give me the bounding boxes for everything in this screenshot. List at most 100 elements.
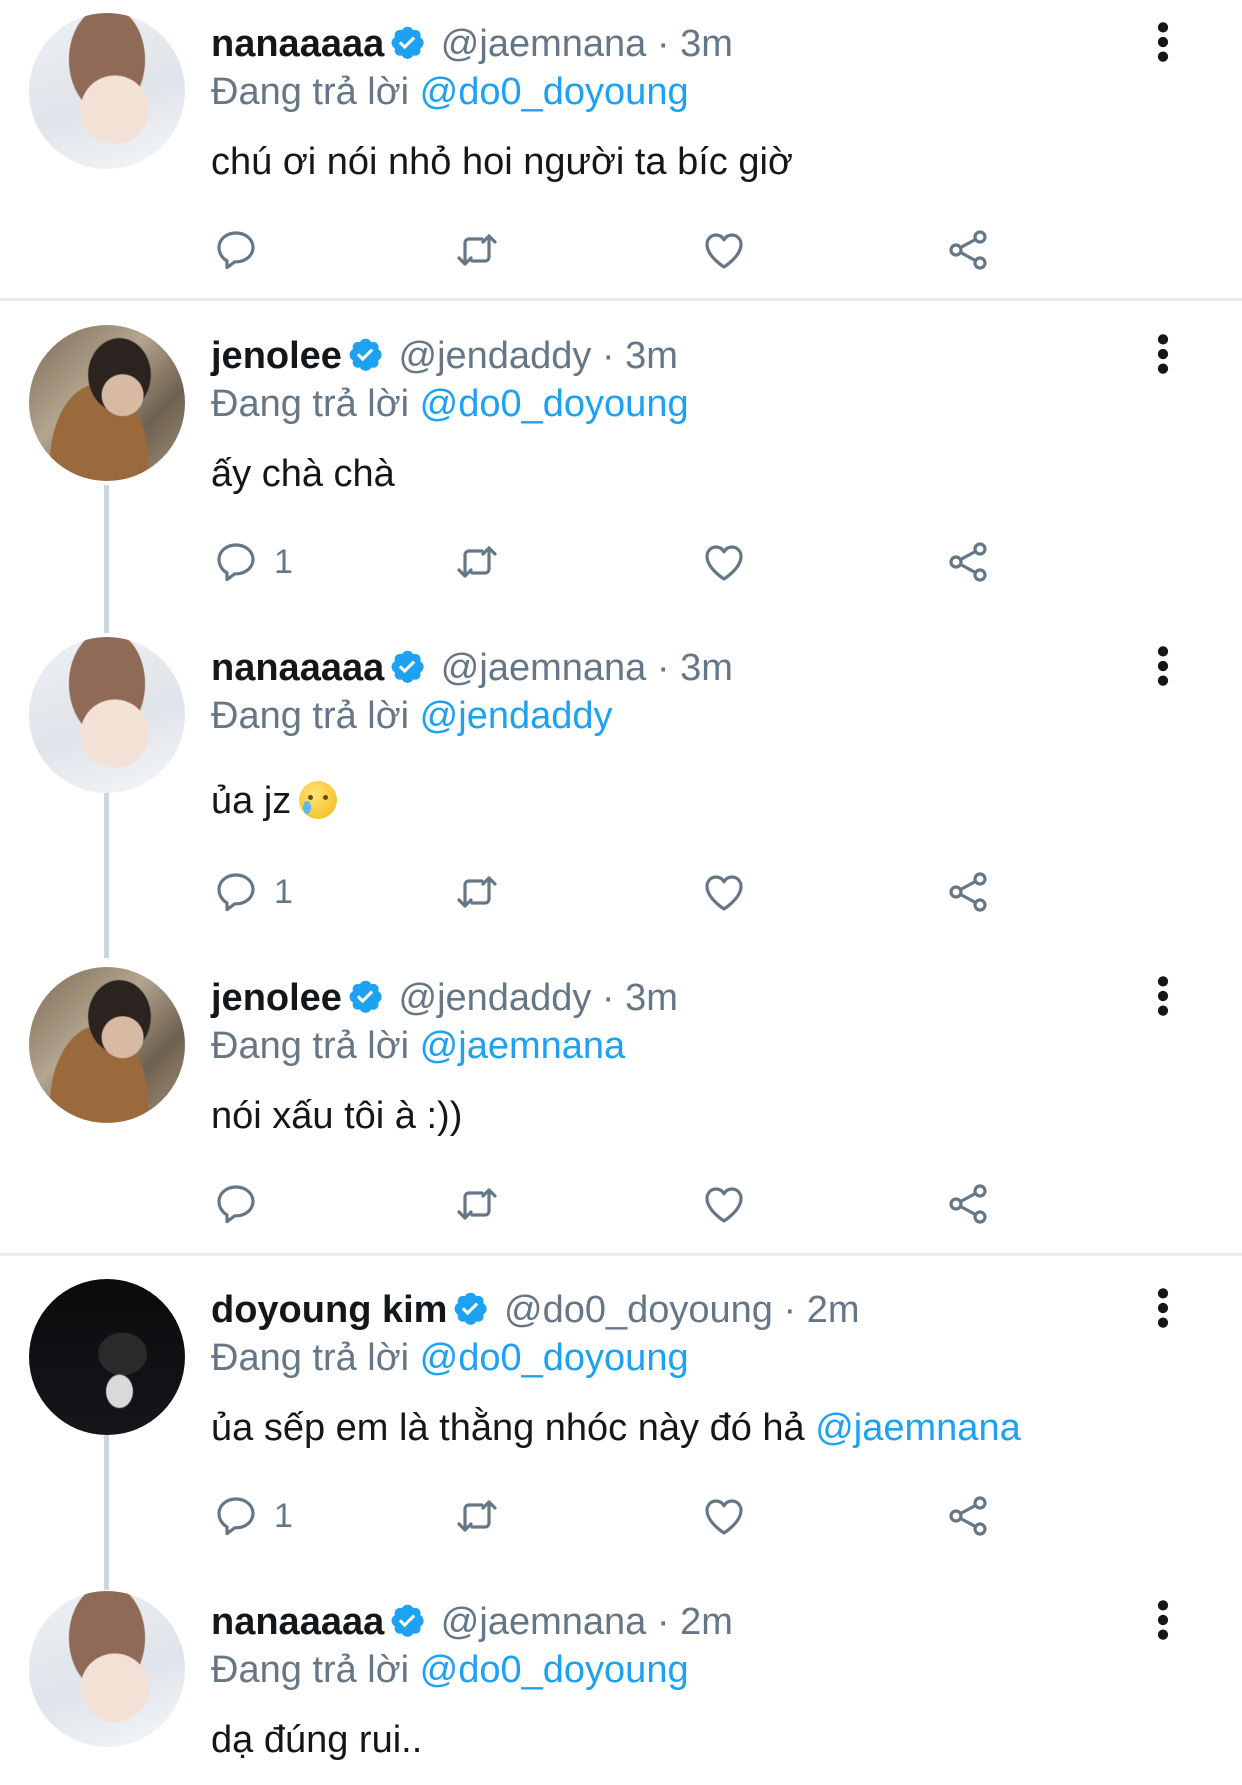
tweet-header: nanaaaaa @jaemnana · 2m (211, 1598, 733, 1646)
reply-to-mention[interactable]: @do0_doyoung (420, 383, 689, 425)
user-handle[interactable]: @jendaddy (399, 977, 592, 1019)
timestamp[interactable]: 2m (680, 1601, 733, 1643)
retweet-button[interactable] (453, 1176, 501, 1232)
nana-avatar[interactable] (29, 13, 185, 169)
display-name[interactable]: nanaaaaa (211, 1601, 384, 1643)
jeno-avatar[interactable] (29, 325, 185, 481)
replying-to: Đang trả lời @do0_doyoung (211, 380, 689, 428)
display-name[interactable]: nanaaaaa (211, 23, 384, 65)
reply-button[interactable]: 1 (212, 1488, 293, 1544)
heart-icon (700, 1492, 748, 1540)
retweet-button[interactable] (453, 222, 501, 278)
doyoung-avatar[interactable] (29, 1279, 185, 1435)
reply-to-mention[interactable]: @do0_doyoung (420, 1337, 689, 1379)
user-handle[interactable]: @jaemnana (441, 1601, 646, 1643)
tweet-text: chú ơi nói nhỏ hoi người ta bíc giờ (211, 141, 793, 183)
replying-label: Đang trả lời (211, 1337, 410, 1379)
retweet-icon (453, 1180, 501, 1228)
nana-avatar[interactable] (29, 637, 185, 793)
share-button[interactable] (944, 1176, 992, 1232)
share-button[interactable] (944, 222, 992, 278)
tweet-actions: 1 (0, 534, 1242, 590)
reply-button[interactable]: 1 (212, 864, 293, 920)
display-name[interactable]: jenolee (211, 977, 342, 1019)
replying-label: Đang trả lời (211, 383, 410, 425)
replying-to: Đang trả lời @do0_doyoung (211, 1646, 689, 1694)
verified-badge-icon (346, 977, 384, 1015)
reply-to-mention[interactable]: @jendaddy (420, 695, 613, 737)
display-name[interactable]: nanaaaaa (211, 647, 384, 689)
heart-icon (700, 538, 748, 586)
retweet-button[interactable] (453, 534, 501, 590)
more-options-icon[interactable] (1148, 332, 1178, 376)
replying-to: Đang trả lời @do0_doyoung (211, 1334, 689, 1382)
replying-to: Đang trả lời @do0_doyoung (211, 68, 689, 116)
more-options-icon[interactable] (1148, 1286, 1178, 1330)
timestamp[interactable]: 3m (625, 977, 678, 1019)
share-button[interactable] (944, 534, 992, 590)
jeno-avatar[interactable] (29, 967, 185, 1123)
user-handle[interactable]: @jendaddy (399, 335, 592, 377)
inline-mention[interactable]: @jaemnana (815, 1407, 1020, 1449)
like-button[interactable] (700, 222, 748, 278)
display-name[interactable]: jenolee (211, 335, 342, 377)
like-button[interactable] (700, 864, 748, 920)
verified-badge-icon (388, 1601, 426, 1639)
separator: · (783, 1289, 797, 1331)
retweet-icon (453, 868, 501, 916)
tweet-actions (0, 222, 1242, 278)
separator: · (656, 1601, 670, 1643)
tweet-text-row: ủa jz (211, 777, 338, 825)
share-icon (944, 226, 992, 274)
timestamp[interactable]: 3m (625, 335, 678, 377)
reply-to-mention[interactable]: @do0_doyoung (420, 71, 689, 113)
separator: · (601, 335, 615, 377)
crying-face-emoji-icon (299, 781, 338, 819)
reply-to-mention[interactable]: @do0_doyoung (420, 1649, 689, 1691)
share-icon (944, 1180, 992, 1228)
divider (0, 1253, 1242, 1256)
timestamp[interactable]: 2m (807, 1289, 860, 1331)
user-handle[interactable]: @do0_doyoung (504, 1289, 773, 1331)
reply-icon (212, 868, 260, 916)
reply-button[interactable] (212, 222, 274, 278)
retweet-button[interactable] (453, 864, 501, 920)
divider (0, 298, 1242, 301)
timestamp[interactable]: 3m (680, 23, 733, 65)
timestamp[interactable]: 3m (680, 647, 733, 689)
more-options-icon[interactable] (1148, 974, 1178, 1018)
tweet-header: doyoung kim @do0_doyoung · 2m (211, 1286, 860, 1334)
nana-avatar[interactable] (29, 1591, 185, 1747)
reply-count: 1 (274, 872, 293, 911)
more-options-icon[interactable] (1148, 1598, 1178, 1642)
tweet-text: dạ đúng rui.. (211, 1719, 423, 1761)
replying-label: Đang trả lời (211, 1649, 410, 1691)
user-handle[interactable]: @jaemnana (441, 23, 646, 65)
replying-label: Đang trả lời (211, 71, 410, 113)
tweet-text-row: ủa sếp em là thằng nhóc này đó hả @jaemn… (211, 1404, 1021, 1452)
more-options-icon[interactable] (1148, 20, 1178, 64)
tweet-header: nanaaaaa @jaemnana · 3m (211, 644, 733, 692)
share-button[interactable] (944, 864, 992, 920)
replying-to: Đang trả lời @jendaddy (211, 692, 613, 740)
verified-badge-icon (451, 1289, 489, 1327)
share-button[interactable] (944, 1488, 992, 1544)
separator: · (601, 977, 615, 1019)
like-button[interactable] (700, 534, 748, 590)
share-icon (944, 538, 992, 586)
reply-button[interactable] (212, 1176, 274, 1232)
share-icon (944, 868, 992, 916)
display-name[interactable]: doyoung kim (211, 1289, 447, 1331)
reply-to-mention[interactable]: @jaemnana (420, 1025, 625, 1067)
user-handle[interactable]: @jaemnana (441, 647, 646, 689)
tweet-text: ấy chà chà (211, 453, 395, 495)
separator: · (656, 647, 670, 689)
retweet-button[interactable] (453, 1488, 501, 1544)
like-button[interactable] (700, 1176, 748, 1232)
tweet-text: nói xấu tôi à :)) (211, 1095, 463, 1137)
reply-button[interactable]: 1 (212, 534, 293, 590)
tweet-actions: 1 (0, 864, 1242, 920)
more-options-icon[interactable] (1148, 644, 1178, 688)
like-button[interactable] (700, 1488, 748, 1544)
retweet-icon (453, 538, 501, 586)
